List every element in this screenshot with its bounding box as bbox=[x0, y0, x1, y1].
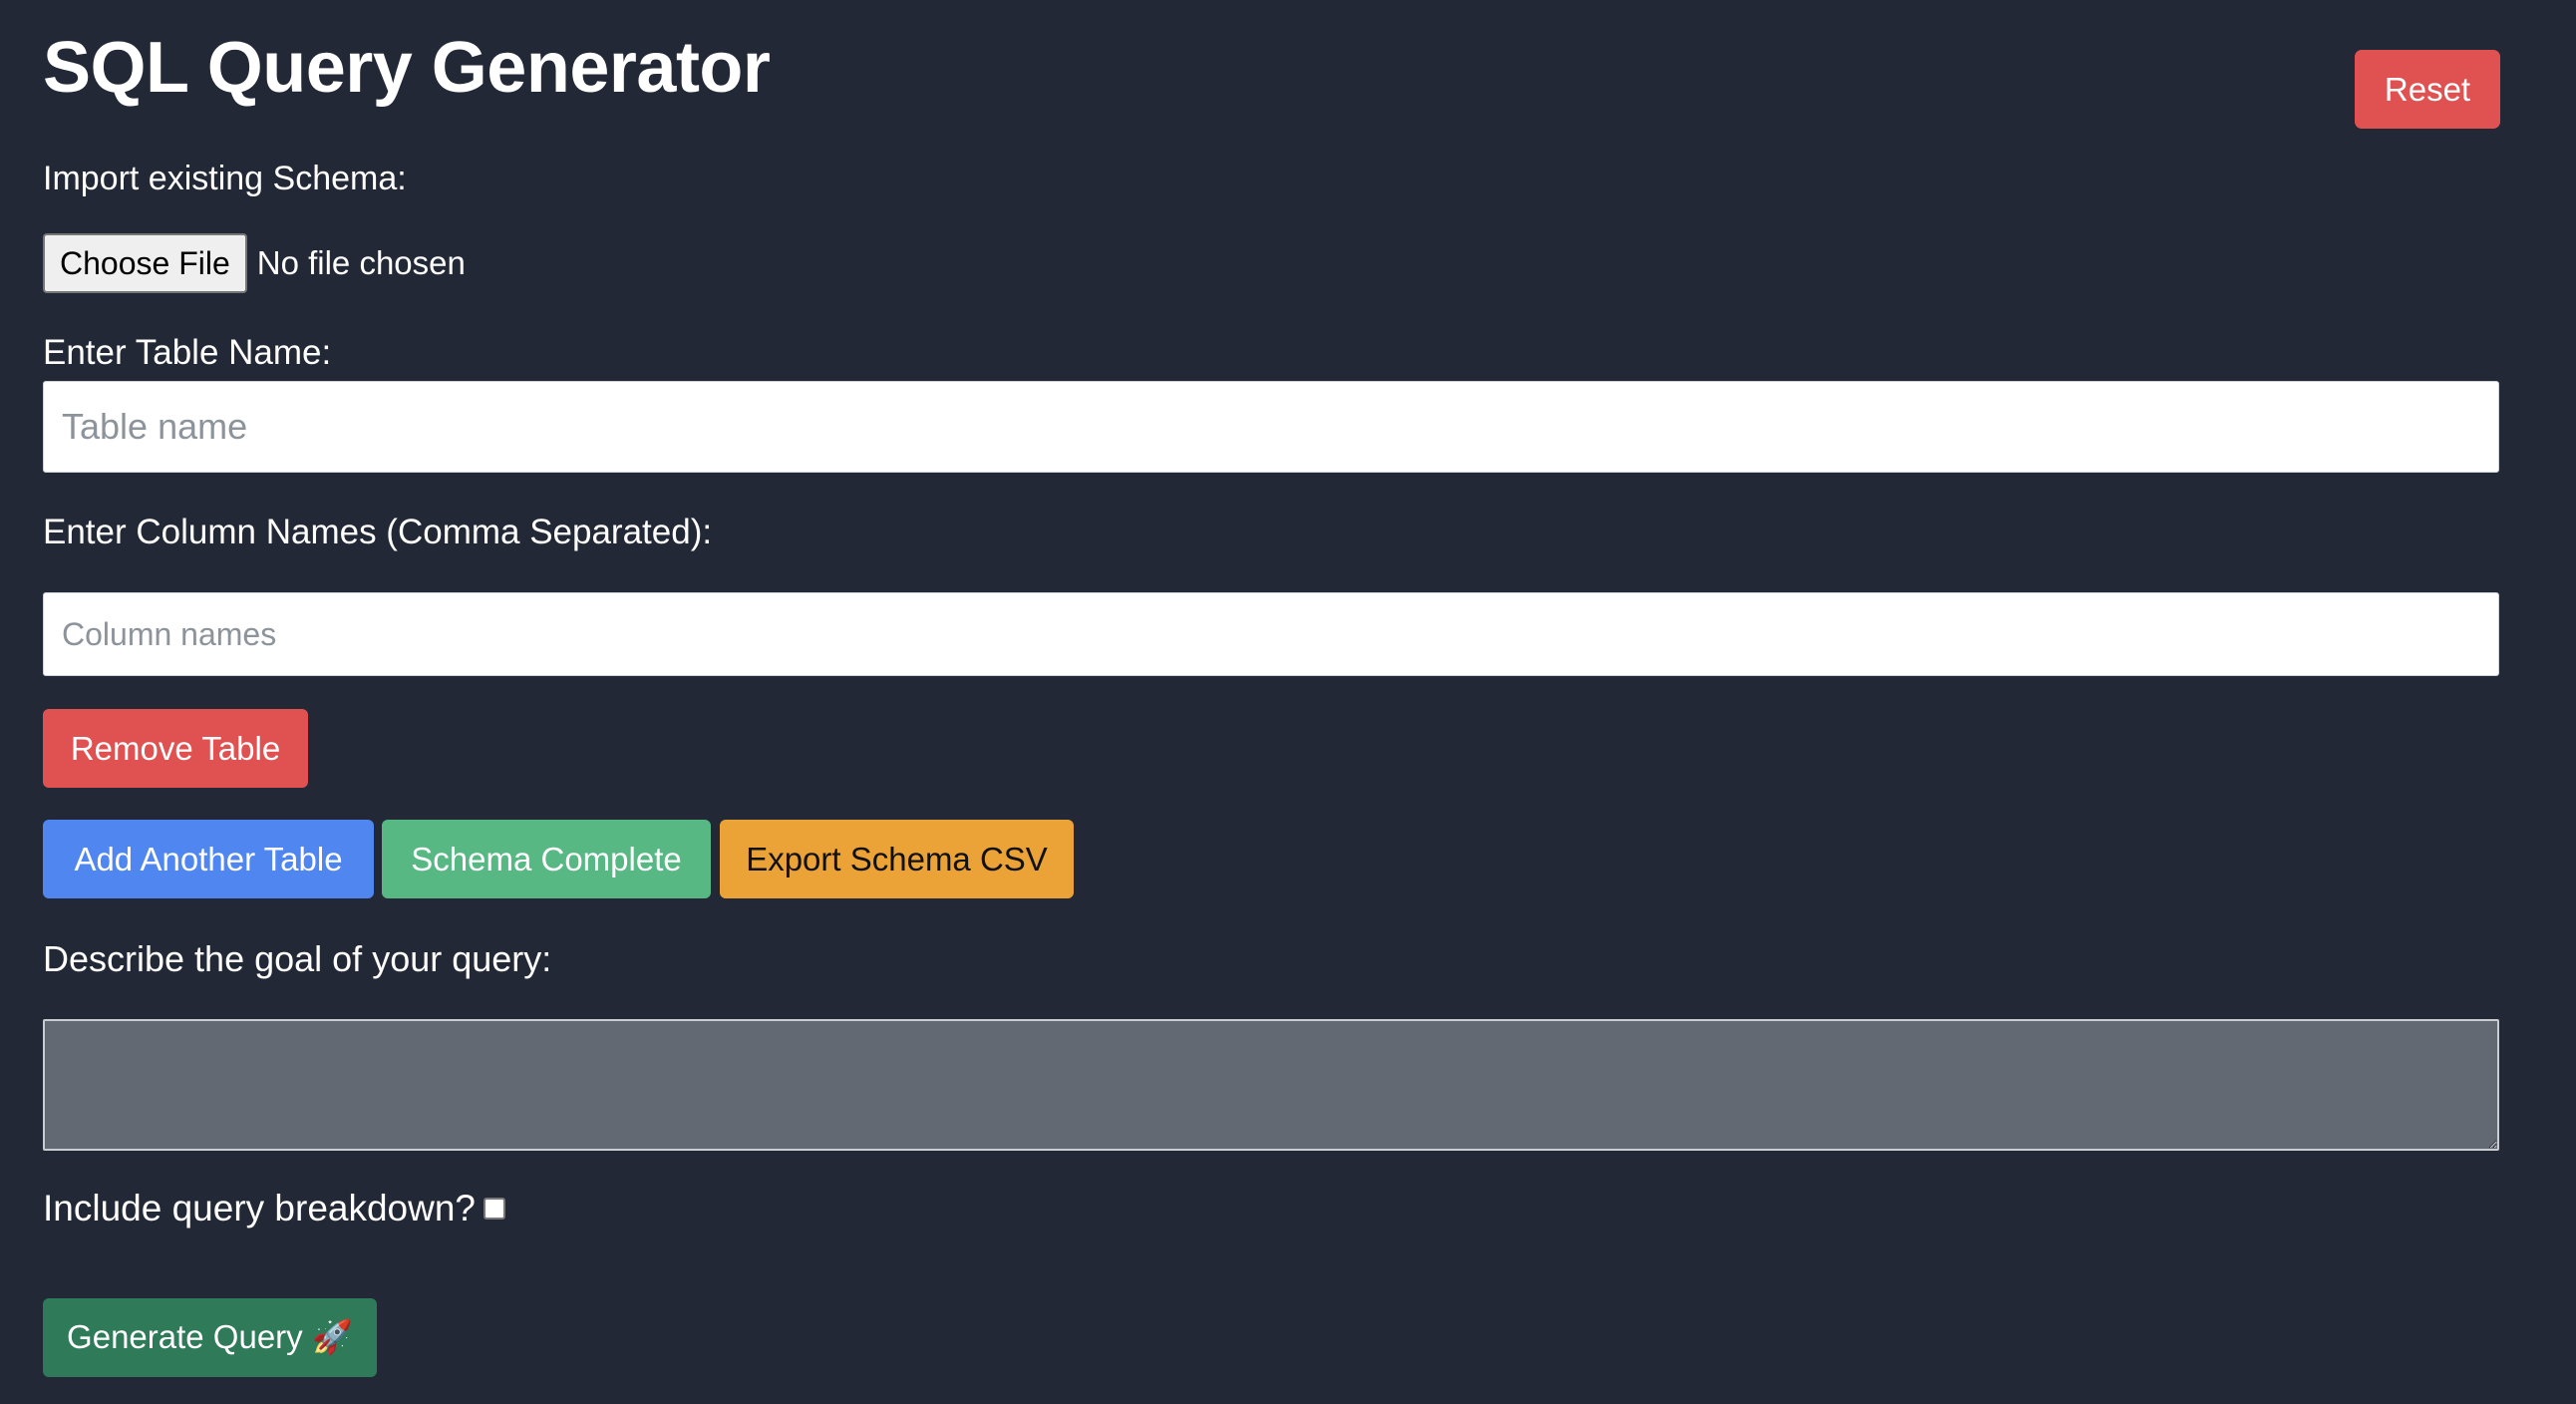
schema-complete-button[interactable]: Schema Complete bbox=[382, 820, 711, 898]
breakdown-label: Include query breakdown? bbox=[43, 1188, 477, 1228]
sql-generator-page: SQL Query Generator Reset Import existin… bbox=[0, 0, 2576, 1404]
column-names-label: Enter Column Names (Comma Separated): bbox=[43, 513, 713, 551]
breakdown-checkbox[interactable] bbox=[483, 1198, 506, 1220]
remove-table-button[interactable]: Remove Table bbox=[43, 709, 308, 788]
add-another-table-button[interactable]: Add Another Table bbox=[43, 820, 374, 898]
breakdown-row: Include query breakdown? bbox=[43, 1185, 506, 1232]
file-picker: Choose File No file chosen bbox=[43, 233, 466, 293]
column-names-input[interactable] bbox=[43, 592, 2499, 676]
page-title: SQL Query Generator bbox=[43, 28, 771, 108]
query-goal-textarea[interactable] bbox=[43, 1019, 2499, 1151]
import-schema-label: Import existing Schema: bbox=[43, 160, 407, 197]
query-goal-label: Describe the goal of your query: bbox=[43, 938, 552, 979]
file-status-text: No file chosen bbox=[256, 244, 466, 281]
choose-file-button[interactable]: Choose File bbox=[43, 233, 247, 293]
generate-query-button[interactable]: Generate Query 🚀 bbox=[43, 1298, 377, 1377]
table-name-label: Enter Table Name: bbox=[43, 333, 332, 372]
table-name-input[interactable] bbox=[43, 381, 2499, 473]
reset-button[interactable]: Reset bbox=[2355, 50, 2500, 129]
export-schema-csv-button[interactable]: Export Schema CSV bbox=[720, 820, 1074, 898]
